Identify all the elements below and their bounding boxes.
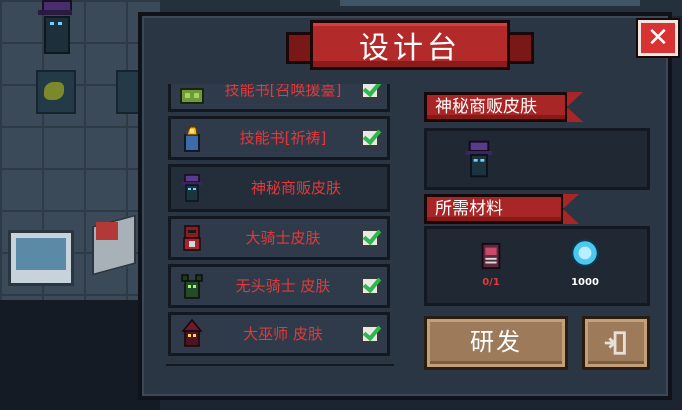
recipe-item[interactable]: 无头骑士 皮肤 <box>168 264 390 308</box>
material-count: 0/1 <box>482 277 500 288</box>
panel-title: 设计台 <box>310 20 510 70</box>
materials-title: 所需材料 <box>424 194 579 224</box>
recipe-label: 无头骑士 皮肤 <box>235 277 331 295</box>
skill-book-prayer-icon <box>184 125 200 152</box>
dark-floor <box>0 300 160 410</box>
research-button[interactable]: 研发 <box>424 316 568 370</box>
recipe-label: 技能书[召唤援臺] <box>224 84 342 99</box>
recipe-item-selected[interactable]: 神秘商贩皮肤 <box>168 164 390 212</box>
checkmark-icon <box>361 277 379 295</box>
close-button[interactable]: ✕ <box>636 18 680 58</box>
recipe-item[interactable]: 技能书[祈祷] <box>168 116 390 160</box>
selected-item-title: 神秘商贩皮肤 <box>424 92 583 122</box>
merchant-npc <box>38 0 72 54</box>
display-shelf <box>36 70 76 114</box>
exit-button[interactable] <box>582 316 650 370</box>
grand-knight-skin-icon <box>183 225 201 251</box>
list-divider <box>166 364 394 366</box>
recipe-label: 神秘商贩皮肤 <box>250 179 341 197</box>
title-banner: 设计台 <box>286 20 534 74</box>
recipe-label: 大骑士皮肤 <box>245 229 321 247</box>
recipe-label: 技能书[祈祷] <box>239 129 327 147</box>
material-slot: 1000 <box>565 237 605 297</box>
red-book-prop <box>96 222 118 240</box>
recipe-list[interactable]: 技能书[召唤援臺] 技能书[祈祷] 神秘商贩皮肤 大骑士皮肤 无头骑士 皮肤 大… <box>166 84 394 384</box>
recipe-label: 大巫师 皮肤 <box>243 325 323 343</box>
checkmark-icon <box>361 325 379 343</box>
material-count: 1000 <box>571 277 599 288</box>
headless-knight-skin-icon <box>181 274 203 299</box>
checkmark-icon <box>361 129 379 147</box>
computer-terminal <box>8 230 74 286</box>
mysterious-merchant-preview-icon <box>465 140 493 178</box>
mysterious-merchant-skin-icon <box>182 174 202 202</box>
item-preview <box>424 128 650 190</box>
skill-book-summon-icon <box>180 88 204 104</box>
recipe-item[interactable]: 大骑士皮肤 <box>168 216 390 260</box>
checkmark-icon <box>361 84 379 99</box>
grand-wizard-skin-icon <box>181 319 203 347</box>
gem-currency-icon <box>571 239 599 267</box>
display-shelf <box>116 70 140 114</box>
material-slot: 0/1 <box>471 239 511 299</box>
required-materials: 0/1 1000 <box>424 226 650 306</box>
material-card-icon <box>481 242 501 270</box>
checkmark-icon <box>361 229 379 247</box>
recipe-item[interactable]: 大巫师 皮肤 <box>168 312 390 356</box>
recipe-item[interactable]: 技能书[召唤援臺] <box>168 84 390 112</box>
exit-door-icon <box>604 331 626 355</box>
